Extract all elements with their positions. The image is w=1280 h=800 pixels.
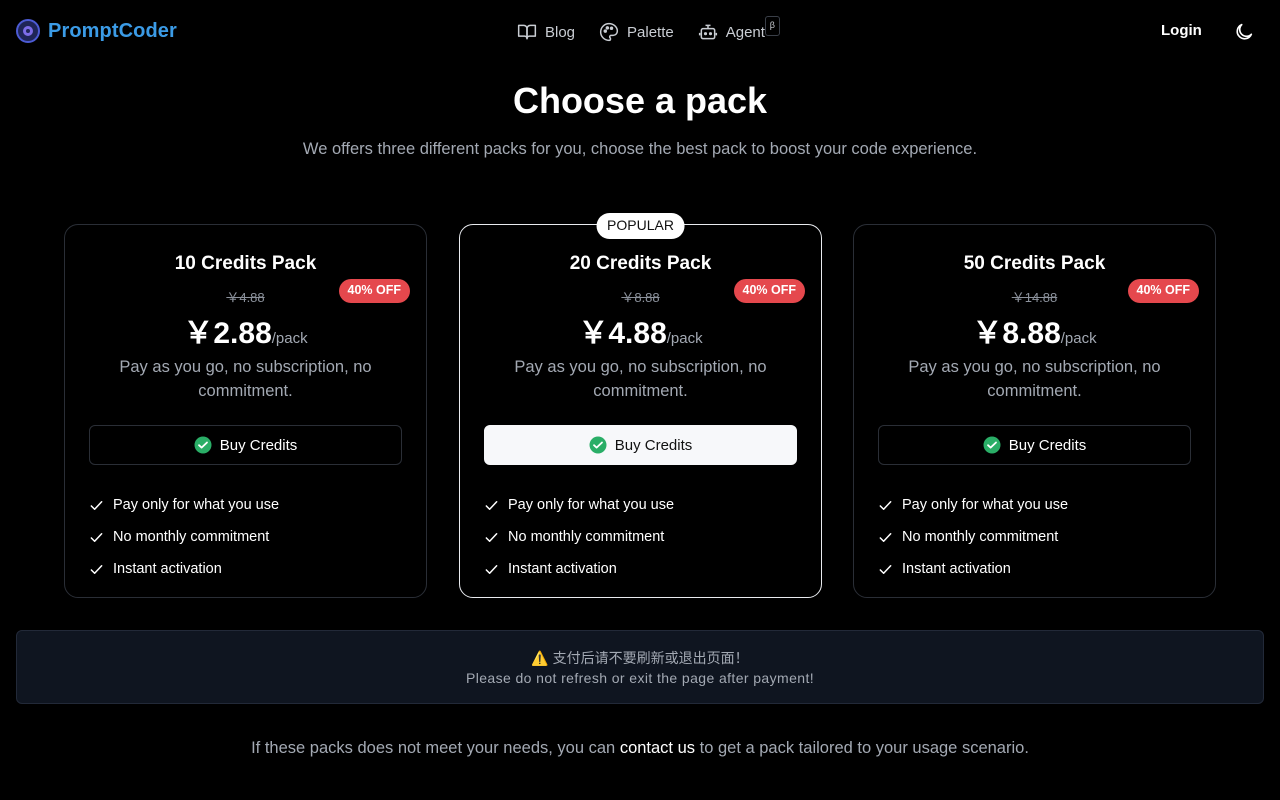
discount-badge: 40% OFF <box>338 279 410 303</box>
book-icon <box>517 24 537 40</box>
contact-us-link[interactable]: contact us <box>620 739 695 757</box>
feature-item: Instant activation <box>878 553 1068 585</box>
price-unit: /pack <box>1060 330 1097 347</box>
wechat-pay-icon <box>589 436 607 454</box>
nav-item-agent[interactable]: Agent β <box>698 14 780 50</box>
brand-home-link[interactable]: PromptCoder <box>16 19 177 43</box>
beta-badge: β <box>764 16 780 36</box>
check-icon <box>90 500 103 510</box>
price-unit: /pack <box>666 330 703 347</box>
nav-item-label: Palette <box>627 23 674 41</box>
check-icon <box>485 532 498 542</box>
pack-title: 20 Credits Pack <box>569 253 712 274</box>
feature-text: No monthly commitment <box>902 529 1059 545</box>
check-icon <box>485 500 498 510</box>
page-subtitle: We offers three different packs for you,… <box>302 140 978 158</box>
feature-text: Instant activation <box>508 561 617 577</box>
feature-item: No monthly commitment <box>878 521 1068 553</box>
pack-description: Pay as you go, no subscription, no commi… <box>514 358 767 400</box>
buy-credits-label: Buy Credits <box>614 436 693 454</box>
check-icon <box>90 564 103 574</box>
brand-name: PromptCoder <box>48 19 177 42</box>
nav-item-palette[interactable]: Palette <box>599 14 674 50</box>
feature-list: Pay only for what you use No monthly com… <box>484 489 674 585</box>
feature-item: Pay only for what you use <box>484 489 674 521</box>
palette-icon <box>600 22 619 42</box>
page-title: Choose a pack <box>512 80 768 121</box>
pack-card-50: 50 Credits Pack ￥14.88 40% OFF ￥8.88/pac… <box>853 224 1216 598</box>
price: ￥4.88 <box>578 317 667 350</box>
warning-text-en: Please do not refresh or exit the page a… <box>465 670 815 686</box>
buy-credits-button[interactable]: Buy Credits <box>89 425 402 465</box>
discount-badge: 40% OFF <box>1127 279 1199 303</box>
check-icon <box>879 564 892 574</box>
footer-text-after: to get a pack tailored to your usage sce… <box>695 739 1029 757</box>
warning-text-cn: ⚠️ 支付后请不要刷新或退出页面！ <box>531 650 749 666</box>
feature-item: Instant activation <box>89 553 279 585</box>
feature-text: No monthly commitment <box>508 529 665 545</box>
feature-item: Pay only for what you use <box>89 489 279 521</box>
feature-item: No monthly commitment <box>89 521 279 553</box>
nav-item-label: Blog <box>545 23 576 41</box>
price-row: ￥8.88/pack <box>854 308 1215 352</box>
feature-item: Instant activation <box>484 553 674 585</box>
wechat-pay-icon <box>983 436 1001 454</box>
pack-title: 50 Credits Pack <box>963 253 1106 274</box>
moon-icon <box>1236 23 1253 40</box>
nav-item-blog[interactable]: Blog <box>517 14 575 50</box>
price-row: ￥4.88/pack <box>460 308 821 352</box>
buy-credits-label: Buy Credits <box>219 436 298 454</box>
buy-credits-button[interactable]: Buy Credits <box>878 425 1191 465</box>
price-row: ￥2.88/pack <box>65 308 426 352</box>
price-unit: /pack <box>271 330 308 347</box>
custom-pack-note: If these packs does not meet your needs,… <box>0 737 1280 759</box>
pack-description: Pay as you go, no subscription, no commi… <box>119 358 372 400</box>
feature-text: Pay only for what you use <box>113 497 280 513</box>
check-icon <box>90 532 103 542</box>
brand-logo-icon <box>16 19 40 43</box>
price: ￥2.88 <box>183 317 272 350</box>
top-navbar: PromptCoder Blog Palette Agent β Login <box>0 0 1280 64</box>
feature-text: No monthly commitment <box>113 529 270 545</box>
feature-text: Instant activation <box>113 561 222 577</box>
feature-text: Pay only for what you use <box>902 497 1069 513</box>
pack-title: 10 Credits Pack <box>174 253 317 274</box>
nav-item-label: Agent <box>725 23 765 41</box>
bot-icon <box>698 24 717 40</box>
pack-card-20: POPULAR 20 Credits Pack ￥8.88 40% OFF ￥4… <box>459 213 822 598</box>
main-nav: Blog Palette Agent β <box>517 14 780 50</box>
popular-badge: POPULAR <box>596 213 685 239</box>
feature-list: Pay only for what you use No monthly com… <box>89 489 279 585</box>
theme-toggle-button[interactable] <box>1233 21 1255 43</box>
feature-item: Pay only for what you use <box>878 489 1068 521</box>
feature-item: No monthly commitment <box>484 521 674 553</box>
pack-description: Pay as you go, no subscription, no commi… <box>908 358 1161 400</box>
discount-badge: 40% OFF <box>733 279 805 303</box>
payment-warning-notice: ⚠️ 支付后请不要刷新或退出页面！ Please do not refresh … <box>16 630 1264 704</box>
buy-credits-button[interactable]: Buy Credits <box>484 425 797 465</box>
check-icon <box>485 564 498 574</box>
wechat-pay-icon <box>194 436 212 454</box>
check-icon <box>879 500 892 510</box>
feature-text: Pay only for what you use <box>508 497 675 513</box>
check-icon <box>879 532 892 542</box>
buy-credits-label: Buy Credits <box>1008 436 1087 454</box>
pack-card-10: 10 Credits Pack ￥4.88 40% OFF ￥2.88/pack… <box>64 224 427 598</box>
price: ￥8.88 <box>972 317 1061 350</box>
footer-text-before: If these packs does not meet your needs,… <box>251 739 620 757</box>
login-button[interactable]: Login <box>1161 22 1202 39</box>
feature-text: Instant activation <box>902 561 1011 577</box>
feature-list: Pay only for what you use No monthly com… <box>878 489 1068 585</box>
